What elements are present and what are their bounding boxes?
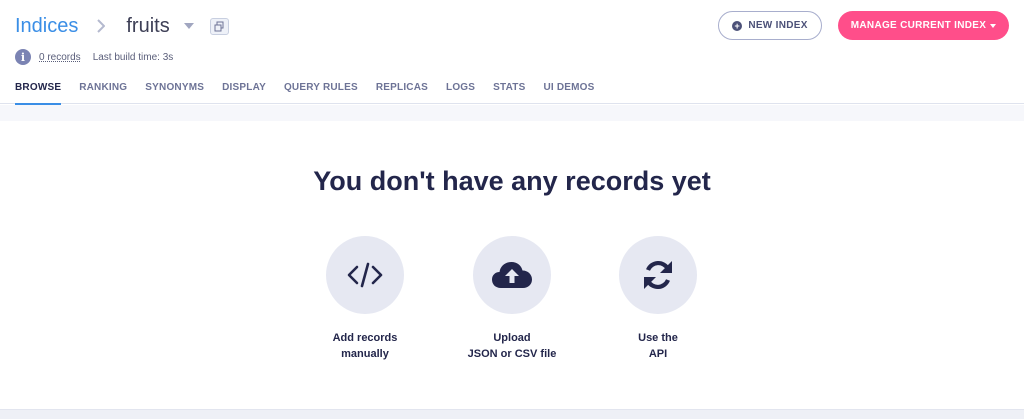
- tab-display[interactable]: DISPLAY: [222, 78, 266, 104]
- tab-ranking[interactable]: RANKING: [79, 78, 127, 104]
- add-records-circle[interactable]: [326, 236, 404, 314]
- tab-ui-demos[interactable]: UI DEMOS: [543, 78, 594, 104]
- index-tabs: BROWSE RANKING SYNONYMS DISPLAY QUERY RU…: [15, 78, 613, 105]
- sync-icon: [644, 260, 672, 290]
- records-count-link[interactable]: 0 records: [39, 52, 81, 63]
- chevron-right-icon: [90, 12, 112, 40]
- index-dropdown-caret-icon[interactable]: [182, 19, 196, 33]
- tab-logs[interactable]: LOGS: [446, 78, 475, 104]
- content-bottom-band: [0, 409, 1024, 419]
- upload-file-line1: Upload: [493, 332, 531, 344]
- tab-synonyms[interactable]: SYNONYMS: [145, 78, 204, 104]
- index-meta: i 0 records Last build time: 3s: [15, 48, 173, 66]
- current-index-name: fruits: [126, 14, 170, 37]
- tab-browse[interactable]: BROWSE: [15, 78, 62, 105]
- add-records-manually-option[interactable]: Add records manually: [295, 236, 435, 362]
- new-index-button[interactable]: + NEW INDEX: [718, 11, 822, 40]
- tab-query-rules[interactable]: QUERY RULES: [284, 78, 358, 104]
- empty-state-panel: You don't have any records yet Add recor…: [0, 121, 1024, 409]
- new-index-label: NEW INDEX: [748, 20, 808, 31]
- use-api-option[interactable]: Use the API: [588, 236, 728, 362]
- code-icon: [347, 262, 383, 288]
- upload-file-label: Upload JSON or CSV file: [442, 330, 582, 362]
- empty-state-title: You don't have any records yet: [313, 166, 711, 196]
- use-api-label: Use the API: [588, 330, 728, 362]
- upload-file-option[interactable]: Upload JSON or CSV file: [442, 236, 582, 362]
- upload-file-line2: JSON or CSV file: [467, 348, 557, 360]
- cloud-upload-icon: [492, 262, 532, 288]
- tab-stats[interactable]: STATS: [493, 78, 525, 104]
- breadcrumb: Indices fruits: [15, 12, 229, 40]
- use-api-line1: Use the: [638, 332, 678, 344]
- manage-current-index-button[interactable]: MANAGE CURRENT INDEX: [838, 11, 1009, 40]
- use-api-circle[interactable]: [619, 236, 697, 314]
- caret-down-icon: [990, 23, 997, 28]
- last-build-time: Last build time: 3s: [92, 51, 174, 63]
- info-icon: i: [15, 49, 31, 65]
- tab-replicas[interactable]: REPLICAS: [376, 78, 428, 104]
- add-records-line1: Add records: [332, 332, 398, 344]
- use-api-line2: API: [648, 348, 668, 360]
- copy-index-name-icon[interactable]: [209, 17, 229, 35]
- breadcrumb-indices-link[interactable]: Indices: [15, 15, 78, 38]
- upload-file-circle[interactable]: [473, 236, 551, 314]
- plus-circle-icon: +: [732, 20, 743, 31]
- manage-current-index-label: MANAGE CURRENT INDEX: [850, 20, 987, 31]
- header: Indices fruits i 0 records Last build ti…: [0, 0, 1024, 105]
- add-records-line2: manually: [341, 348, 389, 360]
- content-top-band: [0, 105, 1024, 121]
- add-records-label: Add records manually: [295, 330, 435, 362]
